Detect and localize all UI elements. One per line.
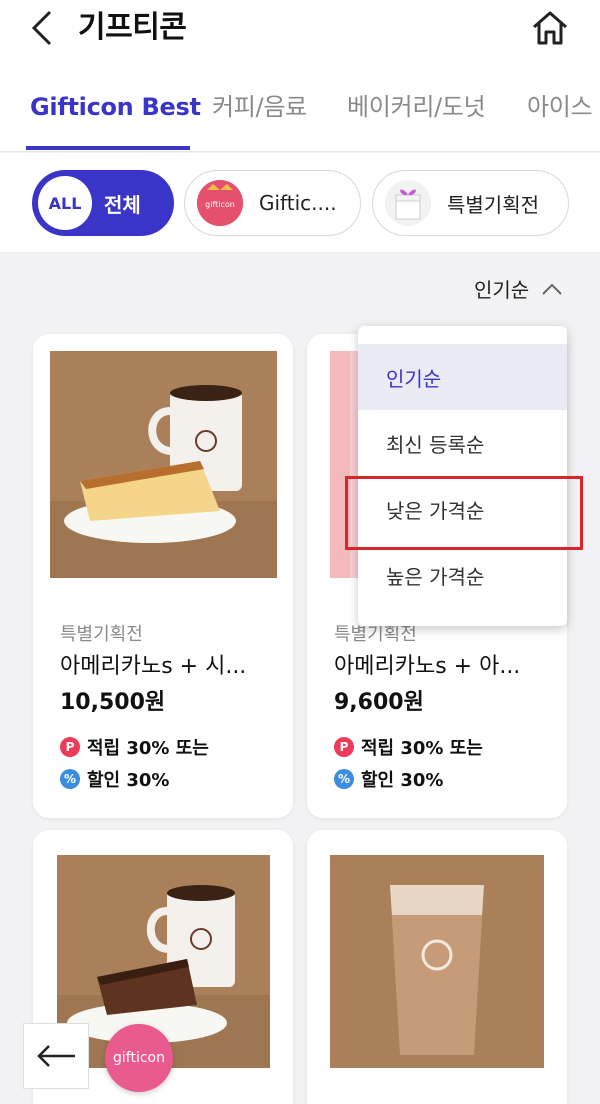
tab-coffee-drinks[interactable]: 커피/음료 [212,90,307,124]
arrow-left-icon [37,1045,75,1067]
sort-option-highest-price[interactable]: 높은 가격순 [358,542,567,608]
discount-benefit-text: 할인 30% [87,770,170,791]
chip-gifticon[interactable]: gifticon Giftic.... [184,170,361,236]
point-benefit-text: 적립 30% 또는 [361,738,483,759]
page-title: 기프티콘 [78,10,187,45]
home-button[interactable] [528,6,572,50]
product-name: 아메리카노s + 시... [60,654,247,679]
highlight-box [345,476,583,550]
point-icon: P [334,737,354,757]
back-button[interactable] [22,8,62,48]
point-benefit-text: 적립 30% 또는 [87,738,209,759]
all-badge: ALL [38,176,92,230]
product-name: 아메리카노s + 아... [334,654,521,679]
chip-special-label: 특별기획전 [447,192,539,217]
chip-all-label: 전체 [104,192,141,217]
category-tabs: Gifticon Best 커피/음료 베이커리/도넛 아이스 [0,60,600,152]
tab-bakery-donut[interactable]: 베이커리/도넛 [347,90,486,124]
product-category: 특별기획전 [60,624,143,645]
chip-all[interactable]: ALL 전체 [32,170,174,236]
product-price: 9,600원 [334,690,424,715]
discount-icon: % [60,769,80,789]
product-card[interactable] [307,830,567,1104]
gifticon-thumb-text: gifticon [205,200,235,209]
filter-chip-row: ALL 전체 gifticon Giftic.... 특별기획전 [0,153,600,253]
point-icon: P [60,737,80,757]
product-image [330,855,544,1068]
product-price: 10,500원 [60,690,166,715]
sort-toggle[interactable]: 인기순 [474,274,563,303]
chip-special-event[interactable]: 특별기획전 [372,170,569,236]
point-benefit: P 적립 30% 또는 [60,734,209,760]
chevron-left-icon [31,10,52,46]
discount-benefit: % 할인 30% [334,766,443,792]
sort-option-newest[interactable]: 최신 등록순 [358,410,567,476]
active-tab-indicator [26,146,190,150]
gifticon-logo-icon: gifticon [197,180,243,226]
product-card[interactable]: 특별기획전 아메리카노s + 시... 10,500원 P 적립 30% 또는 … [33,334,293,818]
discount-benefit: % 할인 30% [60,766,169,792]
chevron-up-icon [542,283,562,295]
floating-gifticon-button[interactable]: gifticon [105,1024,173,1092]
sort-option-popular[interactable]: 인기순 [358,344,567,410]
tab-ice[interactable]: 아이스 [527,90,593,124]
sort-current-label: 인기순 [474,278,530,302]
floating-back-button[interactable] [23,1023,89,1089]
discount-icon: % [334,769,354,789]
app-header: 기프티콘 [0,0,600,60]
gift-box-icon [385,180,431,226]
home-icon [533,11,567,45]
product-image [50,351,277,578]
chip-gifticon-label: Giftic.... [259,191,337,215]
tab-gifticon-best[interactable]: Gifticon Best [30,90,201,124]
point-benefit: P 적립 30% 또는 [334,734,483,760]
discount-benefit-text: 할인 30% [361,770,444,791]
